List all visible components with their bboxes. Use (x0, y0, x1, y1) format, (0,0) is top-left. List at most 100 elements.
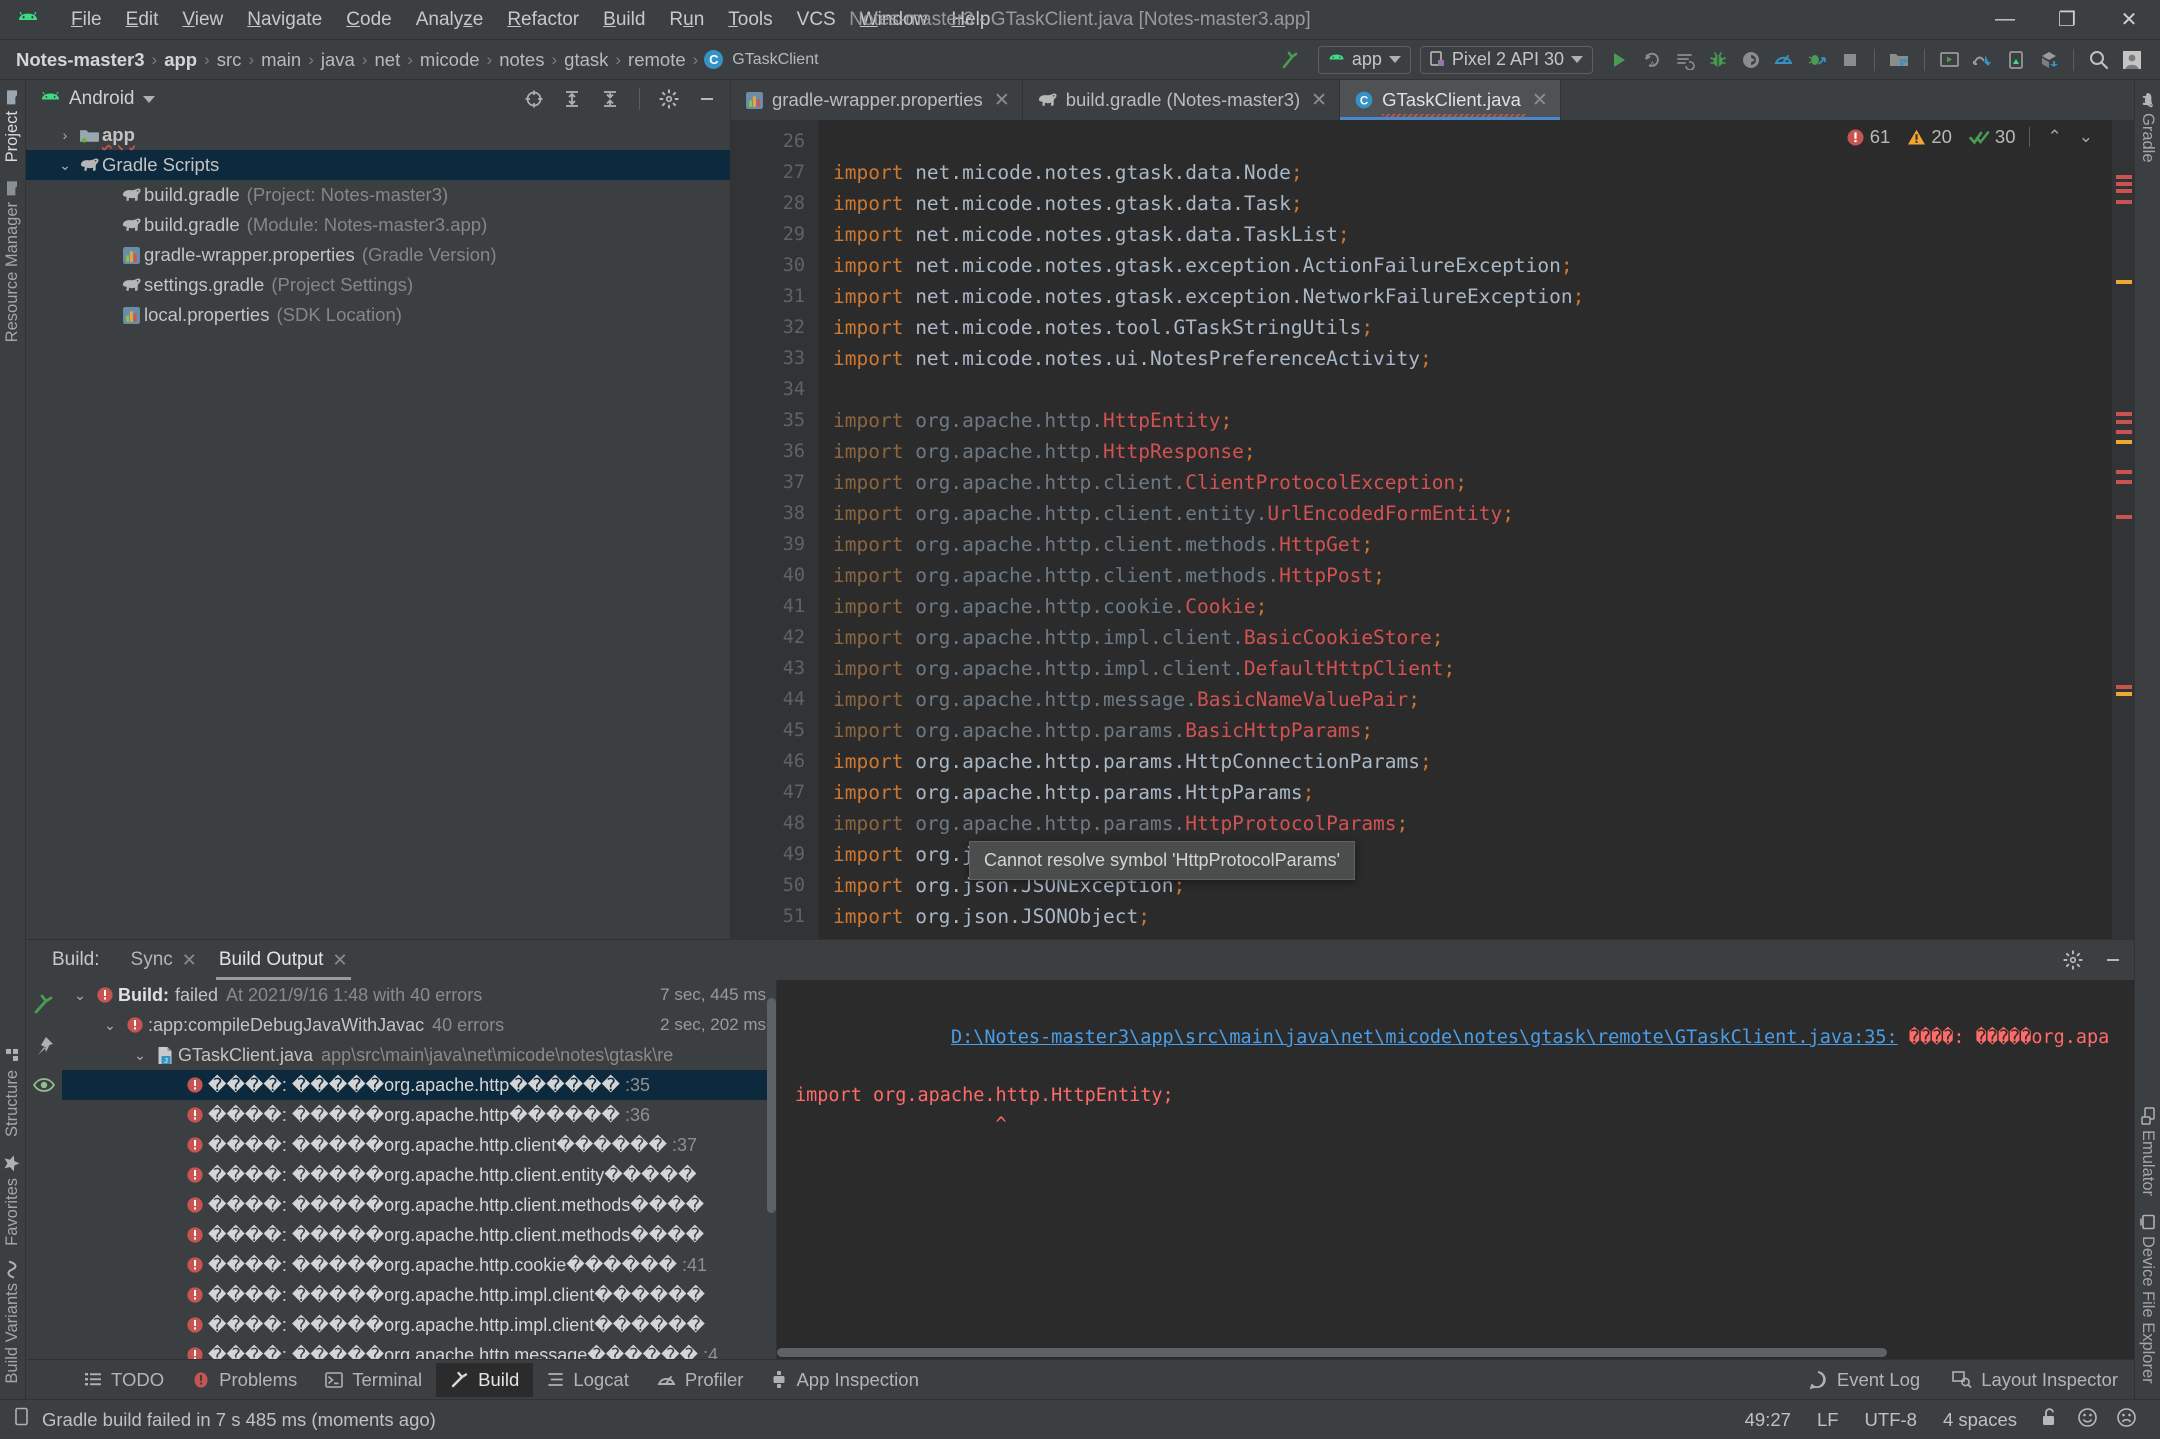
line-number[interactable]: 46 (731, 746, 819, 777)
error-stripe-mark[interactable] (2116, 175, 2132, 179)
minimize-button[interactable]: — (1974, 0, 2036, 40)
caret-position[interactable]: 49:27 (1732, 1409, 1804, 1431)
hide-icon[interactable] (2098, 946, 2128, 974)
device-selector[interactable]: Pixel 2 API 30 (1420, 46, 1593, 74)
code-area[interactable]: import net.micode.notes.gtask.data.Node;… (819, 120, 2112, 939)
menu-code[interactable]: Code (334, 6, 403, 34)
error-stripe-mark[interactable] (2116, 420, 2132, 424)
project-tree-item[interactable]: local.properties(SDK Location) (26, 300, 730, 330)
menu-window[interactable]: Window (848, 6, 940, 34)
line-number[interactable]: 43 (731, 653, 819, 684)
attach-debugger-icon[interactable] (1800, 45, 1833, 75)
project-tree-item[interactable]: settings.gradle(Project Settings) (26, 270, 730, 300)
bottom-tab-profiler[interactable]: Profiler (643, 1363, 758, 1397)
chevron-down-icon[interactable] (143, 96, 155, 103)
make-project-icon[interactable] (1275, 45, 1308, 75)
sad-face-icon[interactable] (2107, 1407, 2146, 1433)
error-stripe-mark[interactable] (2116, 412, 2132, 416)
breadcrumb-item-micode[interactable]: micode (417, 47, 483, 73)
bottom-tab-app-inspection[interactable]: App Inspection (757, 1363, 932, 1397)
breadcrumb-item-remote[interactable]: remote (625, 47, 689, 73)
line-number[interactable]: 35 (731, 405, 819, 436)
project-view-selector-label[interactable]: Android (69, 88, 135, 110)
tool-tab-project[interactable]: Project (0, 80, 26, 171)
chevron-down-icon[interactable]: ⌄ (98, 1017, 122, 1034)
build-tree-row[interactable]: ⌄JGTaskClient.javaapp\src\main\java\net\… (62, 1040, 776, 1070)
profiler-icon[interactable] (1767, 45, 1800, 75)
tool-tab-device-file-explorer[interactable]: Device File Explorer (2134, 1205, 2160, 1393)
close-icon[interactable]: ✕ (1311, 89, 1327, 112)
build-tab-build-output[interactable]: Build Output✕ (208, 942, 359, 978)
console-horizontal-scrollbar[interactable] (777, 1348, 2134, 1357)
close-icon[interactable]: ✕ (332, 950, 347, 971)
indent-setting[interactable]: 4 spaces (1930, 1409, 2030, 1431)
previous-problem-icon[interactable]: ⌃ (2043, 127, 2067, 147)
line-number[interactable]: 28 (731, 188, 819, 219)
error-stripe-mark[interactable] (2116, 470, 2132, 474)
inspection-widget[interactable]: 61 20 30 (1846, 126, 2098, 148)
build-tree-row[interactable]: ����: �����org.apache.http.message������… (62, 1340, 776, 1359)
menu-analyze[interactable]: Analyze (404, 6, 496, 34)
line-number[interactable]: 29 (731, 219, 819, 250)
project-tree-item[interactable]: ⌄Gradle Scripts (26, 150, 730, 180)
error-count[interactable]: 61 (1846, 126, 1891, 148)
build-console[interactable]: D:\Notes-master3\app\src\main\java\net\m… (777, 980, 2134, 1359)
build-tree-row[interactable]: ����: �����org.apache.http������:35 (62, 1070, 776, 1100)
error-stripe-mark[interactable] (2116, 440, 2132, 444)
menu-build[interactable]: Build (591, 6, 657, 34)
menu-vcs[interactable]: VCS (785, 6, 848, 34)
search-everywhere-icon[interactable] (2082, 45, 2115, 75)
bottom-tab-todo[interactable]: TODO (70, 1363, 178, 1397)
build-tree-row[interactable]: ����: �����org.apache.http.cookie������:… (62, 1250, 776, 1280)
breadcrumb-item-notes[interactable]: notes (496, 47, 547, 73)
bottom-tab-layout-inspector[interactable]: Layout Inspector (1936, 1363, 2134, 1397)
line-number[interactable]: 48 (731, 808, 819, 839)
run-coverage-icon[interactable] (1734, 45, 1767, 75)
breadcrumb-item-java[interactable]: java (318, 47, 358, 73)
breadcrumb-item-gtask[interactable]: gtask (561, 47, 611, 73)
line-number[interactable]: 30 (731, 250, 819, 281)
debug-icon[interactable] (1701, 45, 1734, 75)
line-number[interactable]: 44 (731, 684, 819, 715)
avd-manager-icon[interactable] (1933, 45, 1966, 75)
project-tree-item[interactable]: build.gradle(Project: Notes-master3) (26, 180, 730, 210)
chevron-down-icon[interactable]: ⌄ (54, 157, 76, 174)
line-number[interactable]: 51 (731, 901, 819, 932)
select-opened-file-icon[interactable] (519, 85, 549, 113)
chevron-down-icon[interactable]: ⌄ (68, 987, 92, 1004)
error-stripe-mark[interactable] (2116, 200, 2132, 204)
pin-icon[interactable] (33, 1035, 55, 1062)
eye-icon[interactable] (32, 1076, 56, 1099)
happy-face-icon[interactable] (2068, 1407, 2107, 1433)
project-tree-item[interactable]: gradle-wrapper.properties(Gradle Version… (26, 240, 730, 270)
editor-tab-gtaskclient-java[interactable]: CGTaskClient.java✕ (1340, 80, 1561, 120)
maximize-button[interactable]: ❐ (2036, 0, 2098, 40)
breadcrumb-item-src[interactable]: src (214, 47, 245, 73)
error-stripe-marker-bar[interactable] (2112, 120, 2134, 939)
bottom-tab-event-log[interactable]: Event Log (1792, 1363, 1936, 1397)
bottom-tab-problems[interactable]: Problems (178, 1363, 311, 1397)
close-button[interactable]: ✕ (2098, 0, 2160, 40)
run-configuration-selector[interactable]: app (1318, 46, 1411, 74)
error-stripe-mark[interactable] (2116, 515, 2132, 519)
tool-tab-favorites[interactable]: Favorites (0, 1146, 26, 1255)
line-number[interactable]: 26 (731, 126, 819, 157)
breadcrumb-item-net[interactable]: net (372, 47, 404, 73)
tool-tab-gradle[interactable]: Gradle (2134, 84, 2160, 172)
hide-icon[interactable] (692, 85, 722, 113)
build-tree-scrollbar[interactable] (767, 980, 776, 1359)
breadcrumb-item-app[interactable]: app (161, 47, 200, 73)
error-stripe-mark[interactable] (2116, 692, 2132, 696)
error-stripe-mark[interactable] (2116, 480, 2132, 484)
apply-changes-icon[interactable]: A (1635, 45, 1668, 75)
line-number[interactable]: 38 (731, 498, 819, 529)
editor-tab-build-gradle-notes-master3-[interactable]: build.gradle (Notes-master3)✕ (1023, 80, 1340, 120)
menu-navigate[interactable]: Navigate (235, 6, 334, 34)
line-number[interactable]: 36 (731, 436, 819, 467)
line-number[interactable]: 41 (731, 591, 819, 622)
menu-run[interactable]: Run (657, 6, 716, 34)
line-number[interactable]: 31 (731, 281, 819, 312)
line-number[interactable]: 40 (731, 560, 819, 591)
close-icon[interactable]: ✕ (994, 89, 1010, 112)
menu-view[interactable]: View (170, 6, 235, 34)
